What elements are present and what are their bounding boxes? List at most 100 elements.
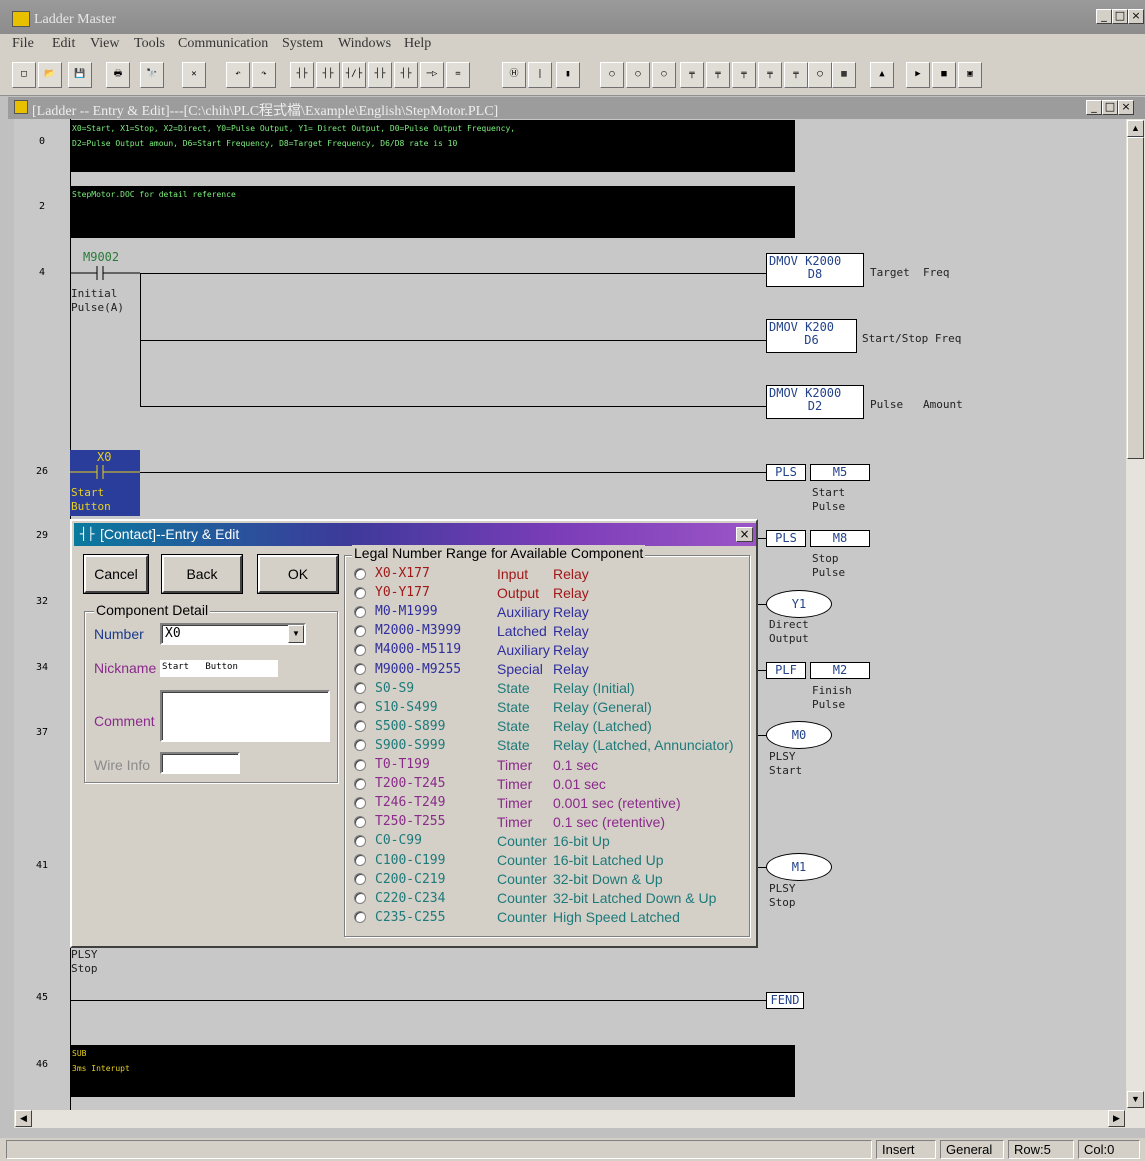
radio-icon[interactable] (354, 854, 366, 866)
scroll-left-icon[interactable]: ◀ (15, 1110, 32, 1127)
toolbar-s-v-icon[interactable]: ▮ (556, 62, 580, 88)
range-option[interactable]: C235-C255 Counter High Speed Latched (354, 908, 680, 927)
normally-open-contact-icon[interactable] (70, 464, 140, 480)
range-option[interactable]: X0-X177 Input Relay (354, 564, 589, 583)
toolbar---icon[interactable]: = (446, 62, 470, 88)
range-option[interactable]: C0-C99 Counter 16-bit Up (354, 831, 610, 850)
toolbar-comment-icon[interactable]: ◯ (808, 62, 832, 88)
radio-icon[interactable] (354, 605, 366, 618)
ok-button[interactable]: OK (257, 554, 339, 594)
close-button[interactable]: × (1128, 9, 1144, 24)
radio-icon[interactable] (354, 911, 366, 924)
toolbar-open-icon[interactable]: 📂 (38, 62, 62, 88)
pls-device[interactable]: M5 (810, 464, 870, 481)
toolbar-s-d-icon[interactable]: ┤├ (394, 62, 418, 88)
menu-view[interactable]: View (90, 36, 119, 52)
doc-maximize-button[interactable]: □ (1102, 100, 1118, 115)
radio-icon[interactable] (354, 892, 366, 905)
toolbar-r-icon[interactable]: ╤ (706, 62, 730, 88)
comment-block[interactable]: SUB 3ms Interupt (70, 1045, 795, 1097)
toolbar-c-m-icon[interactable]: ▣ (958, 62, 982, 88)
range-option[interactable]: S0-S9 State Relay (Initial) (354, 679, 635, 698)
toolbar-f-icon[interactable]: ╤ (784, 62, 808, 88)
dialog-close-button[interactable]: × (736, 527, 753, 542)
menu-file[interactable]: File (12, 36, 34, 52)
range-option[interactable]: M2000-M3999 Latched Relay (354, 621, 589, 640)
toolbar-v-icon[interactable]: | (528, 62, 552, 88)
toolbar-redo-icon[interactable]: ↷ (252, 62, 276, 88)
scroll-up-icon[interactable]: ▲ (1127, 120, 1144, 137)
dmov-instruction[interactable]: DMOV K2000 D2 (766, 385, 864, 419)
radio-icon[interactable] (354, 567, 366, 580)
comment-block[interactable]: X0=Start, X1=Stop, X2=Direct, Y0=Pulse O… (70, 120, 795, 172)
toolbar-t-icon[interactable]: ○ (626, 62, 650, 88)
output-coil[interactable]: Y1 (766, 590, 832, 618)
radio-icon[interactable] (354, 643, 366, 656)
toolbar-s-icon[interactable]: ╤ (680, 62, 704, 88)
radio-icon[interactable] (354, 663, 366, 675)
range-option[interactable]: C100-C199 Counter 16-bit Latched Up (354, 851, 664, 870)
range-option[interactable]: T250-T255 Timer 0.1 sec (retentive) (354, 812, 665, 831)
radio-icon[interactable] (354, 624, 366, 637)
menu-edit[interactable]: Edit (52, 36, 75, 52)
range-option[interactable]: S500-S899 State Relay (Latched) (354, 717, 652, 736)
fend-instruction[interactable]: FEND (766, 992, 804, 1009)
range-option[interactable]: T246-T249 Timer 0.001 sec (retentive) (354, 793, 681, 812)
back-button[interactable]: Back (161, 554, 243, 594)
radio-icon[interactable] (354, 815, 366, 828)
toolbar-c-r-icon[interactable]: ▶ (906, 62, 930, 88)
radio-icon[interactable] (354, 873, 366, 886)
toolbar-h-icon[interactable]: Ⓗ (502, 62, 526, 88)
number-select[interactable]: X0 ▼ (160, 623, 306, 645)
dmov-instruction[interactable]: DMOV K2000 D8 (766, 253, 864, 287)
toolbar-delete-icon[interactable]: ✕ (182, 62, 206, 88)
wire-info-field[interactable] (160, 752, 240, 774)
toolbar-undo-icon[interactable]: ↶ (226, 62, 250, 88)
plf-instruction[interactable]: PLF (766, 662, 806, 679)
menu-windows[interactable]: Windows (338, 36, 391, 52)
pls-device[interactable]: M8 (810, 530, 870, 547)
dmov-instruction[interactable]: DMOV K200 D6 (766, 319, 857, 353)
toolbar-b-icon[interactable]: ┤/├ (342, 62, 366, 88)
radio-icon[interactable] (354, 739, 366, 752)
menu-system[interactable]: System (282, 36, 323, 52)
comment-block[interactable]: StepMotor.DOC for detail reference (70, 186, 795, 238)
range-option[interactable]: T0-T199 Timer 0.1 sec (354, 755, 598, 774)
radio-icon[interactable] (354, 758, 366, 771)
horizontal-scrollbar[interactable]: ◀ ▶ (14, 1110, 1145, 1128)
scroll-right-icon[interactable]: ▶ (1108, 1110, 1125, 1127)
toolbar-c-t-icon[interactable]: ■ (932, 62, 956, 88)
output-coil[interactable]: M1 (766, 853, 832, 881)
nickname-field[interactable]: Start Button (160, 660, 278, 677)
range-option[interactable]: C220-C234 Counter 32-bit Latched Down & Up (354, 889, 716, 908)
range-option[interactable]: S900-S999 State Relay (Latched, Annunciato… (354, 736, 734, 755)
range-option[interactable]: M9000-M9255 Special Relay (354, 660, 589, 679)
toolbar-new-icon[interactable]: □ (12, 62, 36, 88)
range-option[interactable]: M0-M1999 Auxiliary Relay (354, 602, 589, 621)
range-option[interactable]: T200-T245 Timer 0.01 sec (354, 774, 606, 793)
range-option[interactable]: S10-S499 State Relay (General) (354, 698, 652, 717)
toolbar-s-s-icon[interactable]: ┤├ (290, 62, 314, 88)
toolbar-t-icon[interactable]: ─▷ (420, 62, 444, 88)
output-coil[interactable]: M0 (766, 721, 832, 749)
radio-icon[interactable] (354, 796, 366, 809)
radio-icon[interactable] (354, 701, 366, 714)
range-option[interactable]: C200-C219 Counter 32-bit Down & Up (354, 870, 663, 889)
toolbar-print-icon[interactable]: 🖶 (106, 62, 130, 88)
toolbar-save-icon[interactable]: 💾 (68, 62, 92, 88)
normally-open-contact-icon[interactable] (70, 265, 140, 281)
toolbar-a-icon[interactable]: ┤├ (316, 62, 340, 88)
radio-icon[interactable] (354, 777, 366, 790)
radio-icon[interactable] (354, 682, 366, 695)
pls-instruction[interactable]: PLS (766, 464, 806, 481)
range-option[interactable]: Y0-Y177 Output Relay (354, 583, 589, 602)
radio-icon[interactable] (354, 834, 366, 847)
toolbar-idxo-icon[interactable]: ▦ (832, 62, 856, 88)
comment-textarea[interactable] (160, 690, 330, 742)
menu-communication[interactable]: Communication (178, 36, 268, 52)
toolbar-c-icon[interactable]: ○ (652, 62, 676, 88)
menu-help[interactable]: Help (404, 36, 431, 52)
doc-minimize-button[interactable]: _ (1086, 100, 1102, 115)
menu-tools[interactable]: Tools (134, 36, 165, 52)
maximize-button[interactable]: □ (1112, 9, 1128, 24)
